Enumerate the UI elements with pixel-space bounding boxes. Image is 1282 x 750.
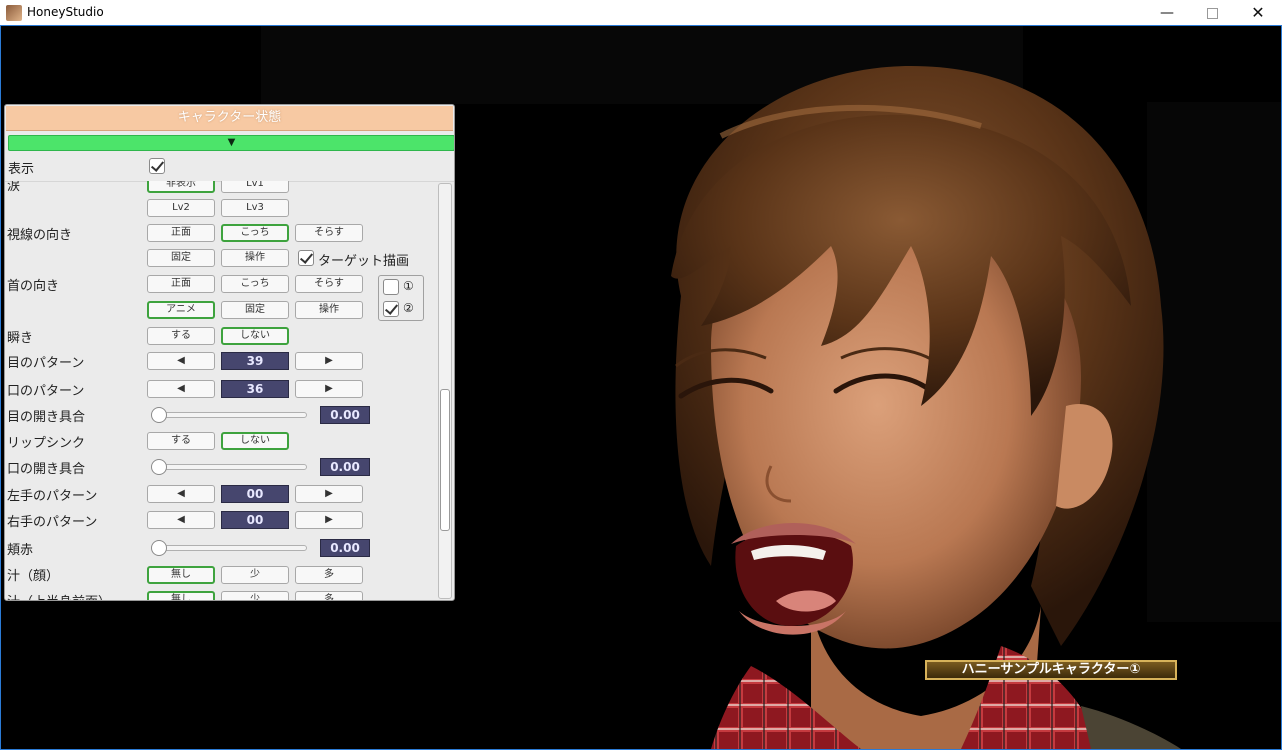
eye-open-slider-thumb[interactable] bbox=[151, 407, 167, 423]
left-hand-value: 00 bbox=[221, 485, 289, 503]
window-titlebar: HoneyStudio — ✕ bbox=[0, 0, 1282, 26]
neck-avert-button[interactable]: そらす bbox=[295, 275, 363, 293]
panel-scroll-area[interactable]: 涙 非表示 Lv1 Lv2 Lv3 視線の向き 正面 こっち そらす 固定 操作… bbox=[5, 181, 437, 600]
neck-fixed-button[interactable]: 固定 bbox=[221, 301, 289, 319]
left-hand-prev-button[interactable]: ◀ bbox=[147, 485, 215, 503]
gaze-camera-button[interactable]: こっち bbox=[221, 224, 289, 242]
sweat-face-low-button[interactable]: 少 bbox=[221, 566, 289, 584]
tears-label: 涙 bbox=[7, 181, 21, 194]
gaze-label: 視線の向き bbox=[7, 228, 73, 243]
eye-open-value[interactable]: 0.00 bbox=[320, 406, 370, 424]
tears-lv3-button[interactable]: Lv3 bbox=[221, 199, 289, 217]
neck-control-button[interactable]: 操作 bbox=[295, 301, 363, 319]
eye-pattern-prev-button[interactable]: ◀ bbox=[147, 352, 215, 370]
eye-pattern-label: 目のパターン bbox=[7, 356, 85, 371]
cheek-slider-track[interactable] bbox=[159, 545, 307, 551]
cheek-slider-thumb[interactable] bbox=[151, 540, 167, 556]
tears-hide-button[interactable]: 非表示 bbox=[147, 181, 215, 193]
mouth-open-value[interactable]: 0.00 bbox=[320, 458, 370, 476]
mouth-pattern-label: 口のパターン bbox=[7, 384, 85, 399]
minimize-icon[interactable]: — bbox=[1144, 0, 1190, 26]
tears-lv1-button[interactable]: Lv1 bbox=[221, 181, 289, 193]
mouth-open-slider-thumb[interactable] bbox=[151, 459, 167, 475]
neck-option1-checkbox[interactable] bbox=[383, 279, 399, 295]
character-state-panel: キャラクター状態 ▼ 表示 涙 非表示 Lv1 Lv2 Lv3 視線の向き 正面… bbox=[4, 104, 455, 601]
sweat-upper-label: 汁（上半身前面） bbox=[7, 591, 111, 600]
eye-open-label: 目の開き具合 bbox=[7, 410, 86, 425]
window-title: HoneyStudio bbox=[27, 5, 104, 19]
eye-pattern-next-button[interactable]: ▶ bbox=[295, 352, 363, 370]
lipsync-label: リップシンク bbox=[7, 436, 86, 451]
mouth-pattern-prev-button[interactable]: ◀ bbox=[147, 380, 215, 398]
gaze-front-button[interactable]: 正面 bbox=[147, 224, 215, 242]
character-name-tag: ハニーサンプルキャラクター① bbox=[925, 660, 1177, 680]
target-draw-checkbox[interactable] bbox=[298, 250, 314, 266]
sweat-face-none-button[interactable]: 無し bbox=[147, 566, 215, 584]
neck-label: 首の向き bbox=[7, 279, 60, 294]
gaze-control-button[interactable]: 操作 bbox=[221, 249, 289, 267]
sweat-face-high-button[interactable]: 多 bbox=[295, 566, 363, 584]
panel-header[interactable]: キャラクター状態 bbox=[6, 106, 453, 131]
gaze-avert-button[interactable]: そらす bbox=[295, 224, 363, 242]
neck-camera-button[interactable]: こっち bbox=[221, 275, 289, 293]
target-draw-label: ターゲット描画 bbox=[318, 254, 410, 269]
neck-option2-label: ② bbox=[403, 301, 414, 315]
mouth-pattern-value: 36 bbox=[221, 380, 289, 398]
neck-option2-checkbox[interactable] bbox=[383, 301, 399, 317]
right-hand-prev-button[interactable]: ◀ bbox=[147, 511, 215, 529]
sweat-upper-low-button[interactable]: 少 bbox=[221, 591, 289, 600]
sweat-upper-none-button[interactable]: 無し bbox=[147, 591, 215, 600]
blink-off-button[interactable]: しない bbox=[221, 327, 289, 345]
mouth-open-label: 口の開き具合 bbox=[7, 462, 86, 477]
panel-scrollbar[interactable] bbox=[438, 183, 452, 599]
sweat-face-label: 汁（顔） bbox=[7, 569, 60, 584]
mouth-open-slider-track[interactable] bbox=[159, 464, 307, 470]
right-hand-value: 00 bbox=[221, 511, 289, 529]
lipsync-on-button[interactable]: する bbox=[147, 432, 215, 450]
gaze-fixed-button[interactable]: 固定 bbox=[147, 249, 215, 267]
left-hand-next-button[interactable]: ▶ bbox=[295, 485, 363, 503]
right-hand-next-button[interactable]: ▶ bbox=[295, 511, 363, 529]
lipsync-off-button[interactable]: しない bbox=[221, 432, 289, 450]
show-label: 表示 bbox=[8, 162, 35, 177]
sweat-upper-high-button[interactable]: 多 bbox=[295, 591, 363, 600]
eye-open-slider-track[interactable] bbox=[159, 412, 307, 418]
cheek-value[interactable]: 0.00 bbox=[320, 539, 370, 557]
show-checkbox[interactable] bbox=[149, 158, 165, 174]
blink-on-button[interactable]: する bbox=[147, 327, 215, 345]
neck-front-button[interactable]: 正面 bbox=[147, 275, 215, 293]
mouth-pattern-next-button[interactable]: ▶ bbox=[295, 380, 363, 398]
close-icon[interactable]: ✕ bbox=[1235, 0, 1281, 26]
panel-collapse-button[interactable]: ▼ bbox=[8, 135, 454, 151]
panel-scrollbar-thumb[interactable] bbox=[440, 389, 450, 531]
show-row: 表示 bbox=[5, 153, 454, 182]
neck-anime-button[interactable]: アニメ bbox=[147, 301, 215, 319]
right-hand-label: 右手のパターン bbox=[7, 515, 98, 530]
eye-pattern-value: 39 bbox=[221, 352, 289, 370]
maximize-icon[interactable] bbox=[1189, 0, 1235, 26]
left-hand-label: 左手のパターン bbox=[7, 489, 98, 504]
neck-option1-label: ① bbox=[403, 279, 414, 293]
tears-lv2-button[interactable]: Lv2 bbox=[147, 199, 215, 217]
character-render bbox=[671, 66, 1181, 749]
cheek-label: 頬赤 bbox=[7, 543, 34, 558]
blink-label: 瞬き bbox=[7, 331, 34, 346]
neck-option-box: ① ② bbox=[378, 275, 424, 321]
app-icon bbox=[6, 5, 22, 21]
